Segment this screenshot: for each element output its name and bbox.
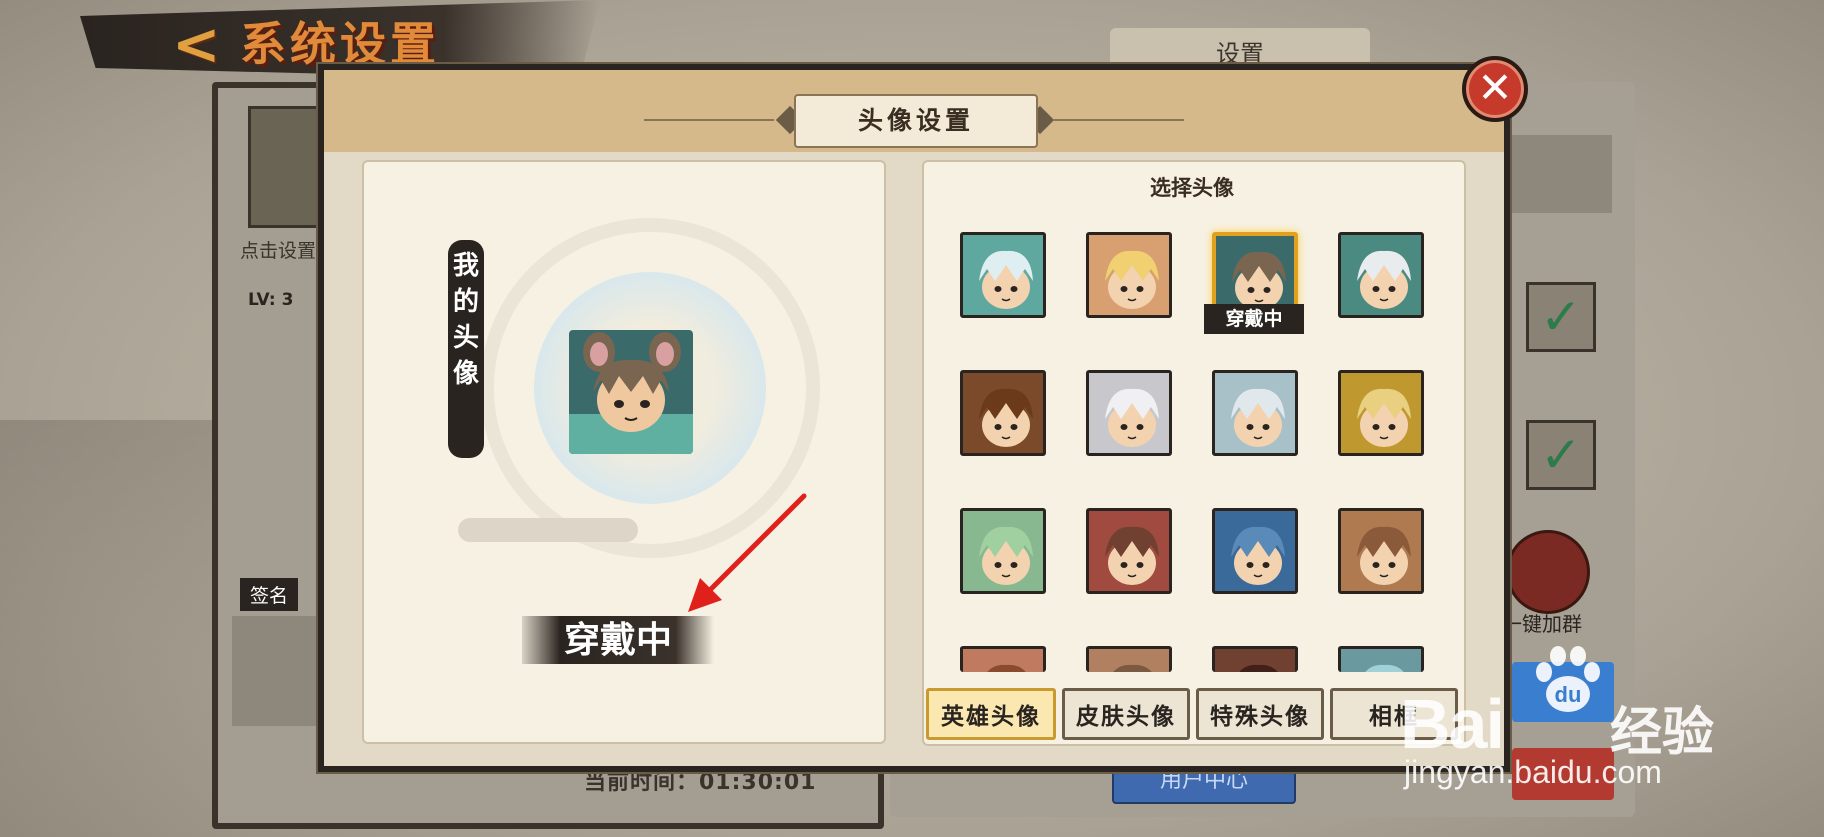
hero-portrait <box>963 649 1043 672</box>
avatar-option-row4-hero-4[interactable] <box>1338 646 1424 672</box>
hero-portrait <box>1089 511 1169 591</box>
avatar-option-goggles-hero[interactable] <box>1086 508 1172 594</box>
level-label: LV: 3 <box>248 290 294 310</box>
chevron-left-icon: < <box>172 10 221 78</box>
svg-text:du: du <box>1555 682 1582 707</box>
mouse-ear-hero-portrait <box>569 330 693 454</box>
avatar-option-golden-hair-hero[interactable] <box>1086 232 1172 318</box>
check-icon: ✓ <box>1540 426 1582 484</box>
title-divider-left <box>644 119 774 121</box>
baidu-paw-icon: du <box>1536 646 1600 712</box>
avatar-option-row4-hero-1[interactable] <box>960 646 1046 672</box>
setting-checkbox-1[interactable]: ✓ <box>1526 282 1596 352</box>
avatar-option-lion-mask-hero[interactable] <box>1338 370 1424 456</box>
choose-avatar-label: 选择头像 <box>1150 175 1234 200</box>
title-divider-right <box>1054 119 1184 121</box>
setting-checkbox-2[interactable]: ✓ <box>1526 420 1596 490</box>
close-icon: ✕ <box>1477 63 1513 112</box>
avatar-option-brown-hair-hero[interactable] <box>1338 508 1424 594</box>
avatar-option-green-hair-hero[interactable] <box>960 508 1046 594</box>
hero-portrait <box>1089 235 1169 315</box>
profile-avatar[interactable] <box>248 106 324 228</box>
check-icon: ✓ <box>1540 288 1582 346</box>
hero-portrait <box>1341 649 1421 672</box>
avatar-option-monkey-king-hero[interactable] <box>960 370 1046 456</box>
avatar-option-blue-demon-hero[interactable] <box>1212 508 1298 594</box>
hero-portrait <box>1215 649 1295 672</box>
join-group-button[interactable] <box>1506 530 1590 614</box>
avatar-name-placeholder <box>458 518 638 542</box>
my-avatar-label: 我的头像 <box>448 240 484 458</box>
avatar-option-ghost-veil-hero[interactable] <box>1212 370 1298 456</box>
wearing-tag: 穿戴中 <box>1204 304 1304 334</box>
dialog-title: 头像设置 <box>794 94 1038 148</box>
avatar-option-row4-hero-2[interactable] <box>1086 646 1172 672</box>
avatar-option-fox-mask-hero[interactable] <box>1338 232 1424 318</box>
tab-skin-avatar[interactable]: 皮肤头像 <box>1062 688 1190 740</box>
signature-field[interactable] <box>232 616 317 726</box>
hero-portrait <box>963 373 1043 453</box>
hero-portrait <box>963 511 1043 591</box>
avatar-option-white-dragon-hero[interactable] <box>960 232 1046 318</box>
avatar-option-white-hair-hero[interactable] <box>1086 370 1172 456</box>
current-avatar <box>569 330 693 454</box>
hero-portrait <box>1341 373 1421 453</box>
signature-label: 签名 <box>240 578 299 611</box>
hero-portrait <box>1089 373 1169 453</box>
avatar-option-row4-hero-3[interactable] <box>1212 646 1298 672</box>
back-button[interactable]: < <box>172 14 232 74</box>
close-button[interactable]: ✕ <box>1462 56 1528 122</box>
hero-portrait <box>963 235 1043 315</box>
hero-portrait <box>1215 511 1295 591</box>
tab-special-avatar[interactable]: 特殊头像 <box>1196 688 1324 740</box>
hero-portrait <box>1341 511 1421 591</box>
settings-option-box <box>1506 135 1612 213</box>
join-group-label: 一键加群 <box>1502 612 1582 636</box>
baidu-watermark-text: Bai <box>1400 685 1505 763</box>
tab-hero-avatar[interactable]: 英雄头像 <box>926 688 1056 740</box>
watermark-url: jingyan.baidu.com <box>1404 754 1662 790</box>
click-to-set-label: 点击设置 <box>240 240 317 262</box>
hero-portrait <box>1215 373 1295 453</box>
hero-portrait <box>1089 649 1169 672</box>
hero-portrait <box>1341 235 1421 315</box>
red-annotation-arrow <box>688 493 807 612</box>
